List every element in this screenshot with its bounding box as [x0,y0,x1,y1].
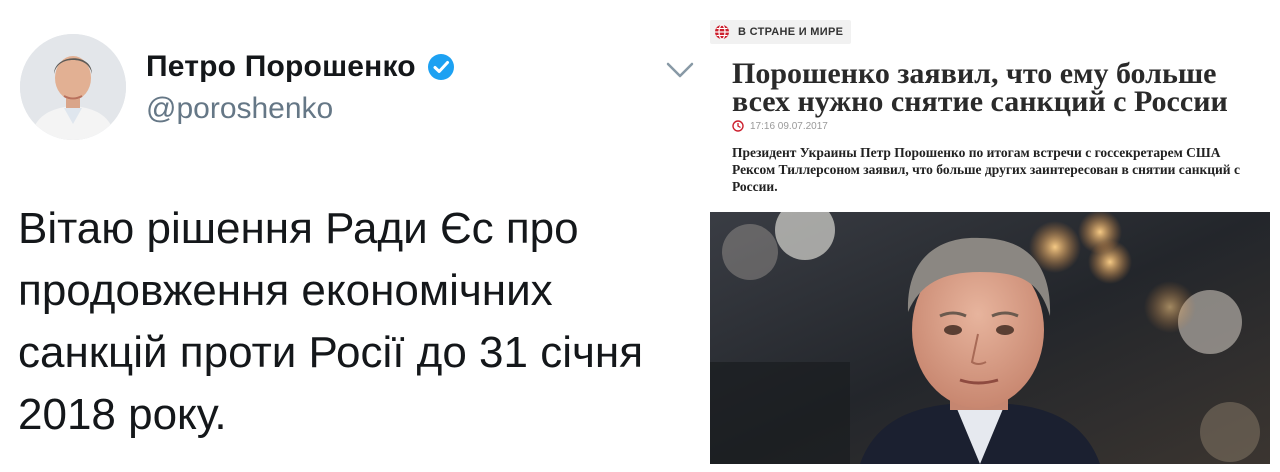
article-photo [710,212,1270,464]
tweet-card: Петро Порошенко @poroshenko Вітаю рішенн… [0,0,700,472]
chevron-down-icon[interactable] [664,58,696,82]
article-timestamp: 17:16 09.07.2017 [750,120,828,132]
author-name[interactable]: Петро Порошенко [146,50,416,84]
author-handle[interactable]: @poroshenko [146,92,456,126]
globe-icon [715,24,729,40]
clock-icon [732,120,744,132]
verified-badge-icon [427,54,454,80]
article-meta: 17:16 09.07.2017 [732,120,828,132]
article-headline[interactable]: Порошенко заявил, что ему больше всех ну… [732,59,1272,117]
article-lead: Президент Украины Петр Порошенко по итог… [732,145,1240,194]
author-block: Петро Порошенко @poroshenko [146,48,456,126]
screenshot-collage: Петро Порошенко @poroshenko Вітаю рішенн… [0,0,1280,472]
category-badge[interactable]: В СТРАНЕ И МИРЕ [710,20,852,44]
category-label: В СТРАНЕ И МИРЕ [738,26,844,38]
news-article: В СТРАНЕ И МИРЕ Порошенко заявил, что ем… [710,0,1280,472]
avatar[interactable] [20,34,126,140]
tweet-text: Вітаю рішення Ради Єс про продовження ек… [18,204,644,439]
